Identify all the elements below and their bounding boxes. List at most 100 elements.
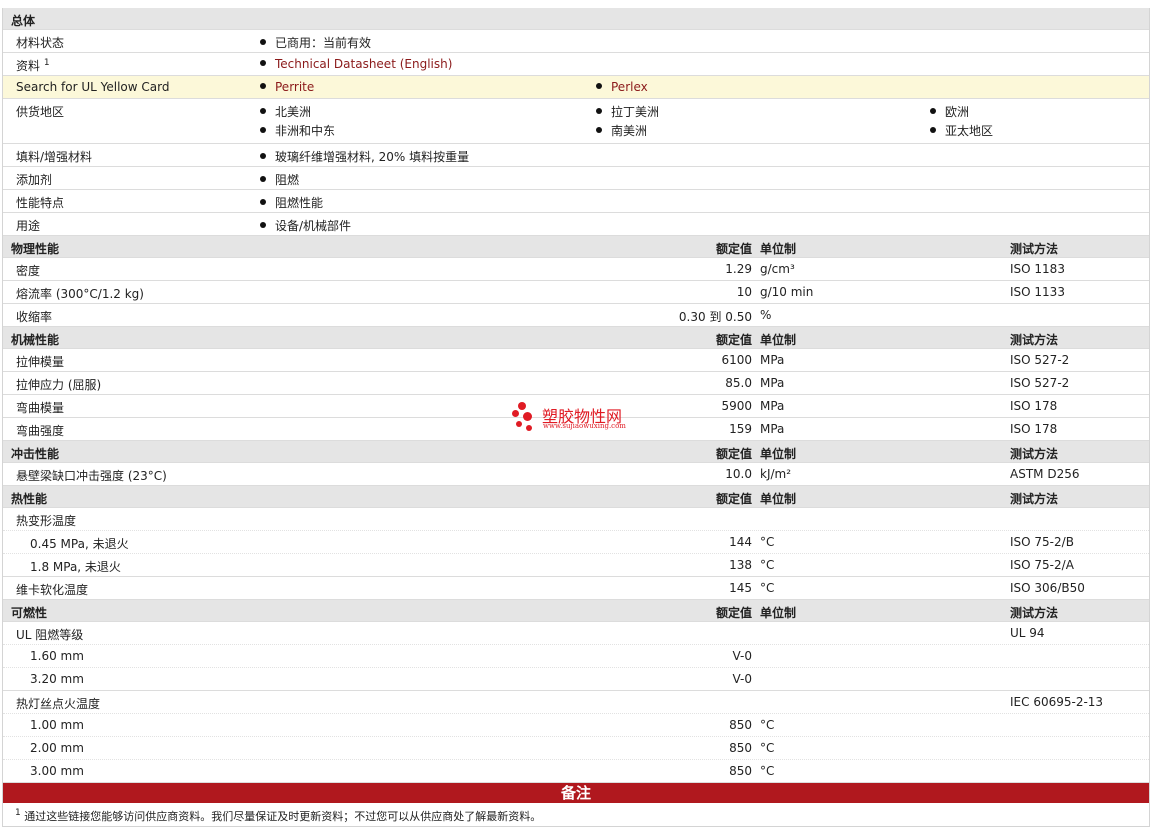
general-row-status: 材料状态 已商用：当前有效 [3,30,1149,53]
test-method: ISO 75-2/A [1010,558,1074,572]
column-header-test: 测试方法 [1010,447,1059,461]
property-label: 热变形温度 [16,514,77,528]
property-label: UL 阻燃等级 [16,628,84,642]
table-row: 1.00 mm 850 °C [3,714,1149,737]
general-row-regions: 供货地区 北美洲 拉丁美洲 欧洲 非洲和中东 南美洲 亚太地区 [3,99,1149,144]
watermark-logo: 塑胶物性网 www.sujiaowuxing.com [512,400,647,436]
bullet-icon [260,39,266,45]
row-label: 资料 1 [16,58,50,73]
footnote-mark: 1 [15,808,21,818]
bullet-icon [260,199,266,205]
list-item: 玻璃纤维增强材料, 20% 填料按重量 [260,148,469,165]
list-item: 已商用：当前有效 [260,34,371,51]
property-label: 熔流率 (300°C/1.2 kg) [16,287,144,301]
column-header-unit: 单位制 [760,606,797,620]
property-unit: MPa [760,422,785,436]
section-impact-header: 冲击性能 额定值 单位制 测试方法 [3,441,1149,463]
property-label: 1.8 MPa, 未退火 [30,560,121,574]
logo-dot-icon [518,402,526,410]
property-unit: °C [760,535,775,549]
section-title: 机械性能 [11,333,60,347]
logo-dot-icon [523,412,532,421]
table-row: 密度 1.29 g/cm³ ISO 1183 [3,258,1149,281]
property-unit: °C [760,764,775,778]
test-method: ISO 1133 [1010,285,1065,299]
property-unit: °C [760,581,775,595]
list-item: Technical Datasheet (English) [260,57,452,71]
property-label: 1.00 mm [30,718,84,732]
list-item: 拉丁美洲 [596,103,659,120]
column-header-unit: 单位制 [760,492,797,506]
section-title: 冲击性能 [11,447,60,461]
perlex-link[interactable]: Perlex [611,80,648,94]
row-label: 添加剂 [16,173,53,187]
table-row: 3.20 mm V-0 [3,668,1149,691]
section-title: 热性能 [11,492,48,506]
section-title: 总体 [11,14,36,28]
property-unit: MPa [760,376,785,390]
row-label: Search for UL Yellow Card [16,80,170,94]
general-row-features: 性能特点 阻燃性能 [3,190,1149,213]
property-value: 1.29 [725,262,752,276]
test-method: ISO 178 [1010,399,1058,413]
property-value: 0.30 到 0.50 [678,310,752,324]
column-header-test: 测试方法 [1010,333,1059,347]
test-method: ISO 1183 [1010,262,1065,276]
property-label: 热灯丝点火温度 [16,697,101,711]
general-row-filler: 填料/增强材料 玻璃纤维增强材料, 20% 填料按重量 [3,144,1149,167]
table-row: 拉伸模量 6100 MPa ISO 527-2 [3,349,1149,372]
test-method: ISO 178 [1010,422,1058,436]
property-value: 10.0 [725,467,752,481]
section-thermal-header: 热性能 额定值 单位制 测试方法 [3,486,1149,508]
property-unit: °C [760,558,775,572]
bullet-icon [260,153,266,159]
property-unit: MPa [760,399,785,413]
general-row-additive: 添加剂 阻燃 [3,167,1149,190]
test-method: ISO 306/B50 [1010,581,1085,595]
column-header-value: 额定值 [715,606,752,620]
general-row-datasheet: 资料 1 Technical Datasheet (English) [3,53,1149,76]
bullet-icon [260,60,266,66]
bullet-icon [260,127,266,133]
table-row: 1.60 mm V-0 [3,645,1149,668]
property-label: 拉伸应力 (屈服) [16,378,102,392]
list-item: 南美洲 [596,122,647,139]
column-header-value: 额定值 [715,447,752,461]
datasheet-link[interactable]: Technical Datasheet (English) [275,57,452,71]
row-label: 填料/增强材料 [16,150,93,164]
property-unit: g/10 min [760,285,814,299]
bullet-icon [930,108,936,114]
bullet-icon [930,127,936,133]
property-label: 悬壁梁缺口冲击强度 (23°C) [16,469,167,483]
property-label: 收缩率 [16,310,53,324]
list-item: Perlex [596,80,648,94]
table-row: 拉伸应力 (屈服) 85.0 MPa ISO 527-2 [3,372,1149,395]
test-method: IEC 60695-2-13 [1010,695,1104,709]
table-row: 热灯丝点火温度 IEC 60695-2-13 [3,691,1149,714]
column-header-test: 测试方法 [1010,606,1059,620]
bullet-icon [260,83,266,89]
column-header-value: 额定值 [715,492,752,506]
notes-header: 备注 [3,783,1149,803]
test-method: ISO 527-2 [1010,376,1070,390]
section-title: 可燃性 [11,606,48,620]
table-row: 熔流率 (300°C/1.2 kg) 10 g/10 min ISO 1133 [3,281,1149,304]
bullet-icon [596,108,602,114]
perrite-link[interactable]: Perrite [275,80,314,94]
footnote: 1 通过这些链接您能够访问供应商资料。我们尽量保证及时更新资料；不过您可以从供应… [3,803,1149,827]
property-label: 0.45 MPa, 未退火 [30,537,129,551]
column-header-test: 测试方法 [1010,242,1059,256]
list-item: 北美洲 [260,103,311,120]
column-header-unit: 单位制 [760,447,797,461]
test-method: UL 94 [1010,626,1045,640]
property-unit: MPa [760,353,785,367]
section-flammability-header: 可燃性 额定值 单位制 测试方法 [3,600,1149,622]
row-label: 性能特点 [16,196,65,210]
logo-dot-icon [512,410,519,417]
list-item: 阻燃 [260,171,299,188]
table-row: 3.00 mm 850 °C [3,760,1149,783]
property-value: 10 [736,285,752,299]
column-header-unit: 单位制 [760,242,797,256]
table-row: UL 阻燃等级 UL 94 [3,622,1149,645]
list-item: Perrite [260,80,314,94]
